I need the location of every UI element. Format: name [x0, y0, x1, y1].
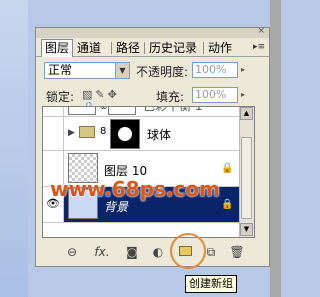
opacity-field[interactable]: 100%	[192, 62, 238, 78]
tab-divider	[203, 42, 204, 54]
tab-channels[interactable]: 通道	[74, 41, 104, 56]
group-mask-thumbnail	[110, 119, 140, 149]
link-icon[interactable]: ⊖	[64, 245, 80, 259]
layer-name: 球体	[147, 128, 172, 142]
chevron-down-icon[interactable]: ▼	[115, 63, 129, 78]
blend-mode-select[interactable]: 正常 ▼	[44, 62, 130, 79]
scroll-down-icon[interactable]: ▼	[240, 223, 253, 236]
lock-label: 锁定:	[46, 90, 75, 104]
visibility-toggle[interactable]	[43, 107, 64, 116]
mask-icon[interactable]: ◙	[124, 245, 140, 259]
tab-layers[interactable]: 图层	[41, 39, 74, 57]
panel-titlebar[interactable]: ×	[36, 26, 269, 38]
fill-label: 填充:	[156, 90, 185, 104]
adjustment-thumbnail	[68, 107, 96, 115]
opacity-label: 不透明度:	[136, 65, 189, 79]
tab-paths[interactable]: 路径	[113, 41, 143, 56]
close-icon[interactable]: ×	[257, 26, 265, 36]
scroll-up-icon[interactable]: ▲	[240, 107, 253, 120]
trash-icon[interactable]: 🗑	[229, 245, 245, 259]
adjustment-icon[interactable]: ◐	[150, 245, 166, 259]
expand-triangle-icon[interactable]: ▶	[68, 128, 75, 138]
layers-list: ∞ 色彩平衡 1 ▶ 8 球体 图层 10 🔒 👁 背景 🔒 ▲ ▼	[42, 106, 255, 238]
blend-mode-value: 正常	[48, 63, 73, 77]
layer-row-group[interactable]: ▶ 8 球体	[43, 117, 254, 151]
panel-tabs: 图层 通道 路径 历史记录 动作 ▸≡	[36, 38, 269, 57]
link-icon[interactable]: ∞	[100, 107, 108, 113]
fill-field[interactable]: 100%	[192, 87, 238, 103]
tab-divider	[144, 42, 145, 54]
opacity-arrow-icon[interactable]: ▸	[238, 62, 248, 78]
layer-row-color-balance[interactable]: ∞ 色彩平衡 1	[43, 106, 254, 117]
layers-panel: × 图层 通道 路径 历史记录 动作 ▸≡ 正常 ▼ 不透明度: 100% ▸ …	[35, 26, 270, 267]
lock-icon: 🔒	[221, 199, 234, 210]
scroll-thumb[interactable]	[241, 137, 252, 219]
visibility-toggle[interactable]	[43, 117, 64, 150]
fx-icon[interactable]: fx.	[92, 245, 112, 259]
lock-icon: 🔒	[221, 163, 234, 174]
tab-actions[interactable]: 动作	[205, 41, 235, 56]
panel-menu-icon[interactable]: ▸≡	[253, 41, 265, 53]
desktop-background	[0, 0, 28, 297]
folder-icon	[79, 126, 95, 138]
layers-toolbar: ⊖ fx. ◙ ◐ ⧉ 🗑	[36, 240, 269, 266]
tab-divider	[111, 42, 112, 54]
window-edge	[270, 0, 281, 297]
link-icon[interactable]: 8	[100, 126, 106, 137]
mask-thumbnail	[108, 107, 136, 115]
tab-history[interactable]: 历史记录	[146, 41, 200, 56]
watermark-text: www.68ps.com	[50, 177, 220, 201]
highlight-circle	[170, 233, 206, 269]
tooltip: 创建新组	[185, 275, 237, 293]
layers-scrollbar[interactable]: ▲ ▼	[239, 107, 254, 237]
mask-circle	[118, 127, 132, 141]
fill-arrow-icon[interactable]: ▸	[238, 87, 248, 103]
layer-name: 色彩平衡 1	[143, 106, 203, 113]
